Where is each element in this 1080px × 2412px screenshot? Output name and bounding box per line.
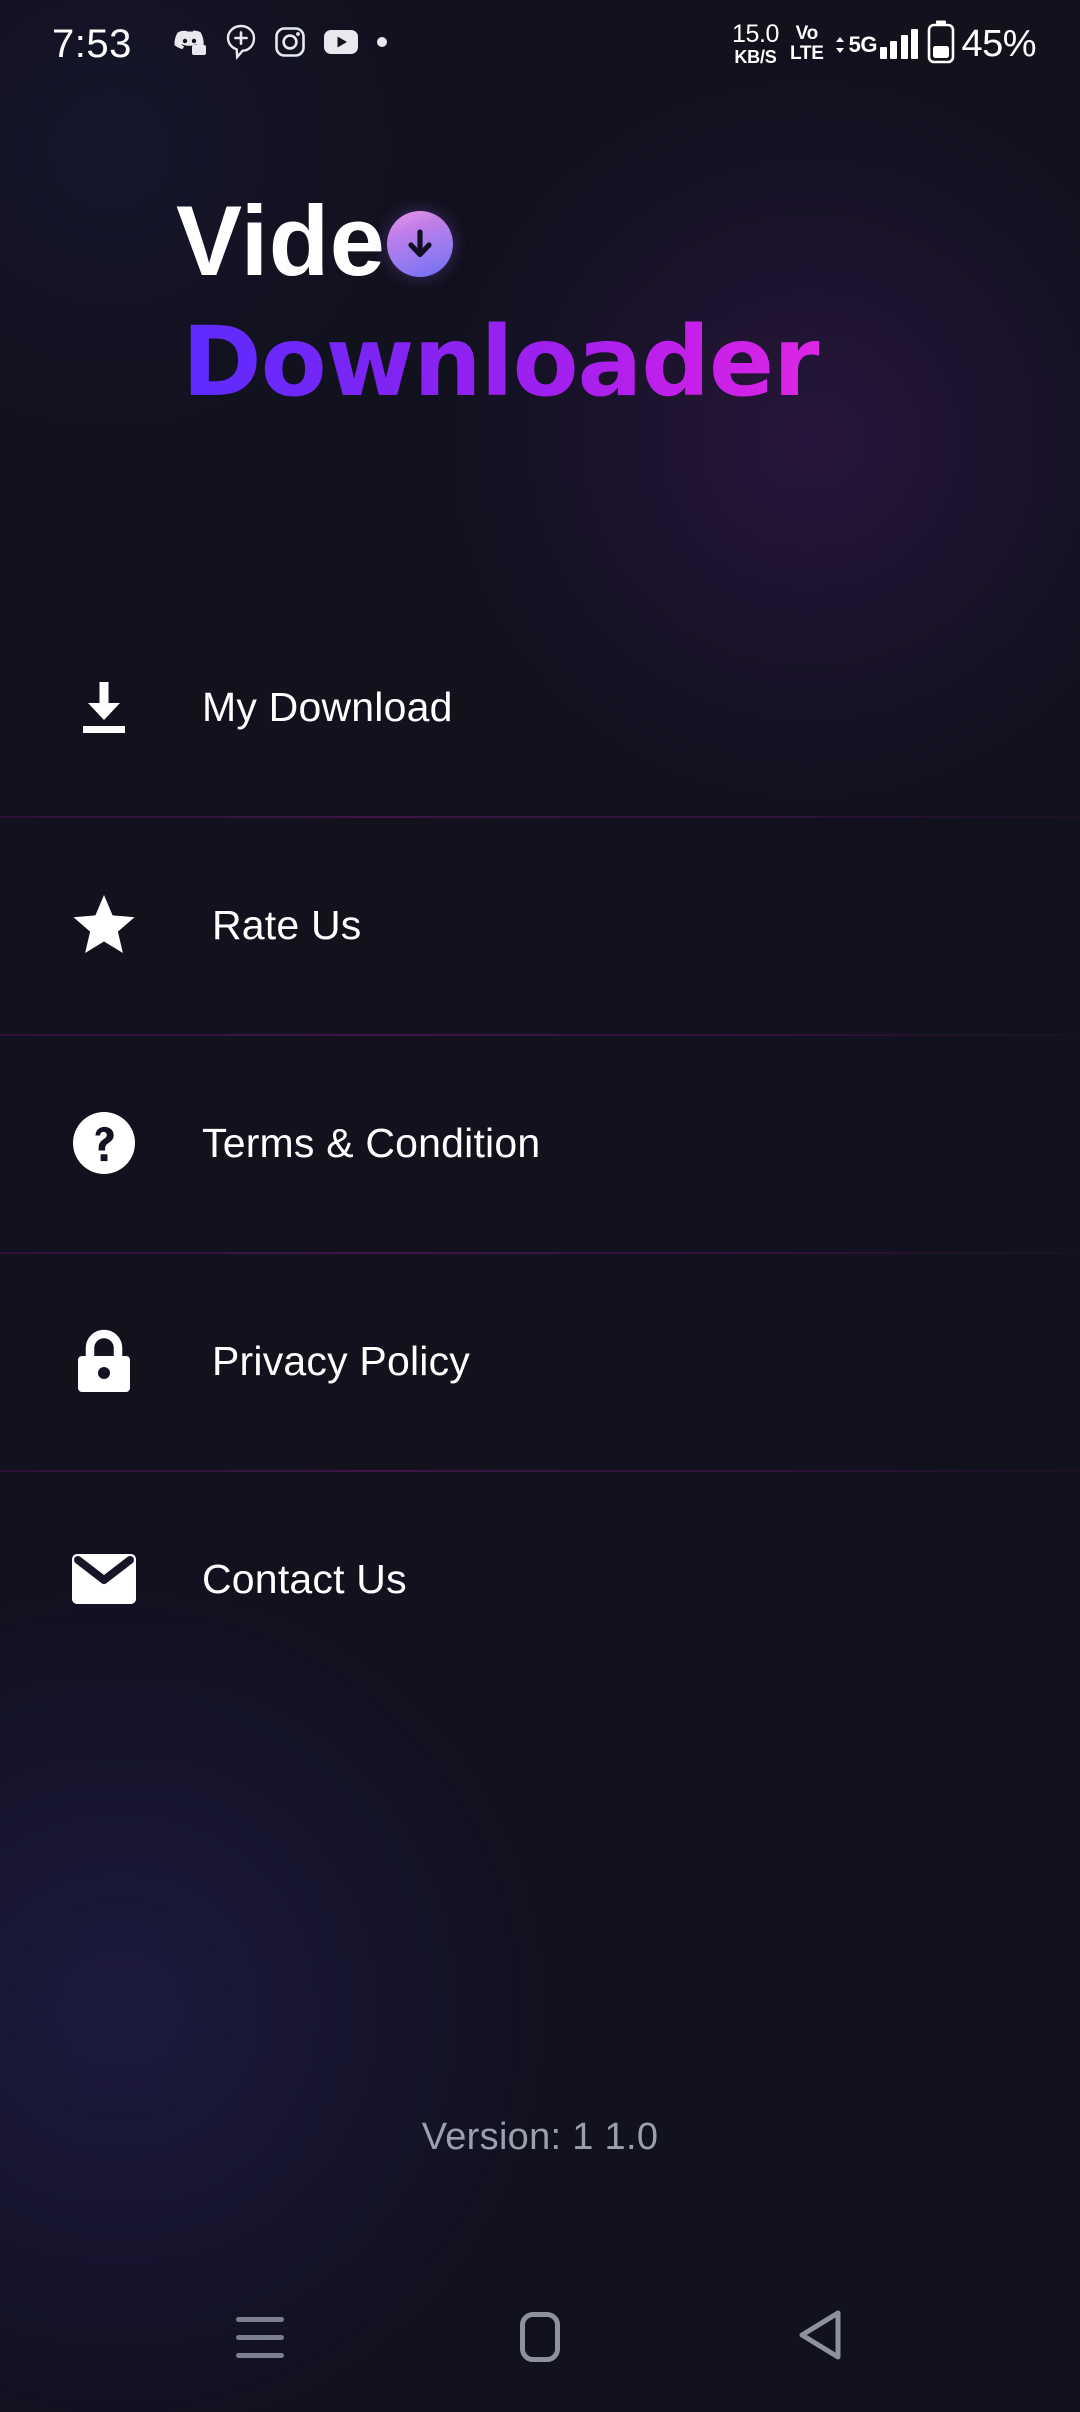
version-text: Version: 1 1.0 [421, 2116, 659, 2158]
recents-menu-icon [236, 2316, 284, 2358]
menu-item-my-download[interactable]: My Download [0, 598, 1080, 816]
menu-item-label: My Download [202, 683, 453, 730]
menu-item-label: Privacy Policy [212, 1337, 470, 1384]
lock-icon [68, 1325, 140, 1397]
star-icon [68, 889, 140, 961]
instagram-icon [274, 26, 306, 63]
status-notification-icons [174, 24, 388, 65]
discord-icon [174, 28, 208, 61]
app-screen: 7:53 15.0 KB/S Vo LTE 5G 45% Vide Downlo… [0, 0, 1080, 2412]
logo-text-downloader: Downloader [182, 306, 820, 418]
status-bar: 7:53 15.0 KB/S Vo LTE 5G 45% [0, 0, 1080, 88]
back-triangle-icon [794, 2307, 846, 2368]
menu-item-label: Terms & Condition [202, 1119, 541, 1166]
data-transfer-arrows-icon [835, 37, 844, 53]
menu-item-rate-us[interactable]: Rate Us [0, 816, 1080, 1034]
menu-item-contact-us[interactable]: Contact Us [0, 1470, 1080, 1688]
app-logo: Vide Downloader [0, 186, 1080, 418]
menu-item-privacy-policy[interactable]: Privacy Policy [0, 1252, 1080, 1470]
network-speed-value: 15.0 [731, 20, 779, 48]
main-menu: My Download Rate Us Terms & Condition Pr… [0, 598, 1080, 1688]
volte-indicator: Vo LTE [790, 24, 824, 64]
nav-home-button[interactable] [480, 2287, 600, 2387]
menu-item-terms-condition[interactable]: Terms & Condition [0, 1034, 1080, 1252]
youtube-icon [323, 29, 359, 60]
nav-recents-button[interactable] [200, 2287, 320, 2387]
volte-bottom-text: LTE [790, 43, 824, 64]
download-circle-icon [387, 211, 454, 277]
network-type-group: 5G [833, 32, 877, 58]
battery-percent-text: 45% [961, 22, 1036, 65]
download-icon [68, 671, 140, 743]
question-circle-icon [68, 1107, 140, 1179]
network-speed-indicator: 15.0 KB/S [731, 20, 779, 67]
envelope-icon [68, 1543, 140, 1615]
battery-icon [926, 20, 956, 69]
status-bar-right: 15.0 KB/S Vo LTE 5G 45% [732, 20, 1036, 69]
network-type-text: 5G [848, 32, 878, 57]
menu-item-label: Contact Us [202, 1555, 407, 1602]
status-bar-left: 7:53 [52, 24, 388, 65]
signal-bars-icon [879, 29, 919, 59]
menu-item-label: Rate Us [212, 901, 362, 948]
volte-top-text: Vo [795, 23, 819, 45]
system-navigation-bar [0, 2262, 1080, 2412]
signal-indicator: 5G [833, 29, 919, 59]
nav-back-button[interactable] [760, 2287, 880, 2387]
more-dot-icon [376, 35, 388, 53]
logo-text-video: Vide [176, 184, 386, 296]
messages-plus-icon [225, 24, 257, 65]
status-clock: 7:53 [52, 22, 132, 66]
logo-line-one: Vide [176, 186, 1080, 294]
network-speed-unit: KB/S [734, 47, 777, 67]
home-square-icon [520, 2312, 560, 2362]
